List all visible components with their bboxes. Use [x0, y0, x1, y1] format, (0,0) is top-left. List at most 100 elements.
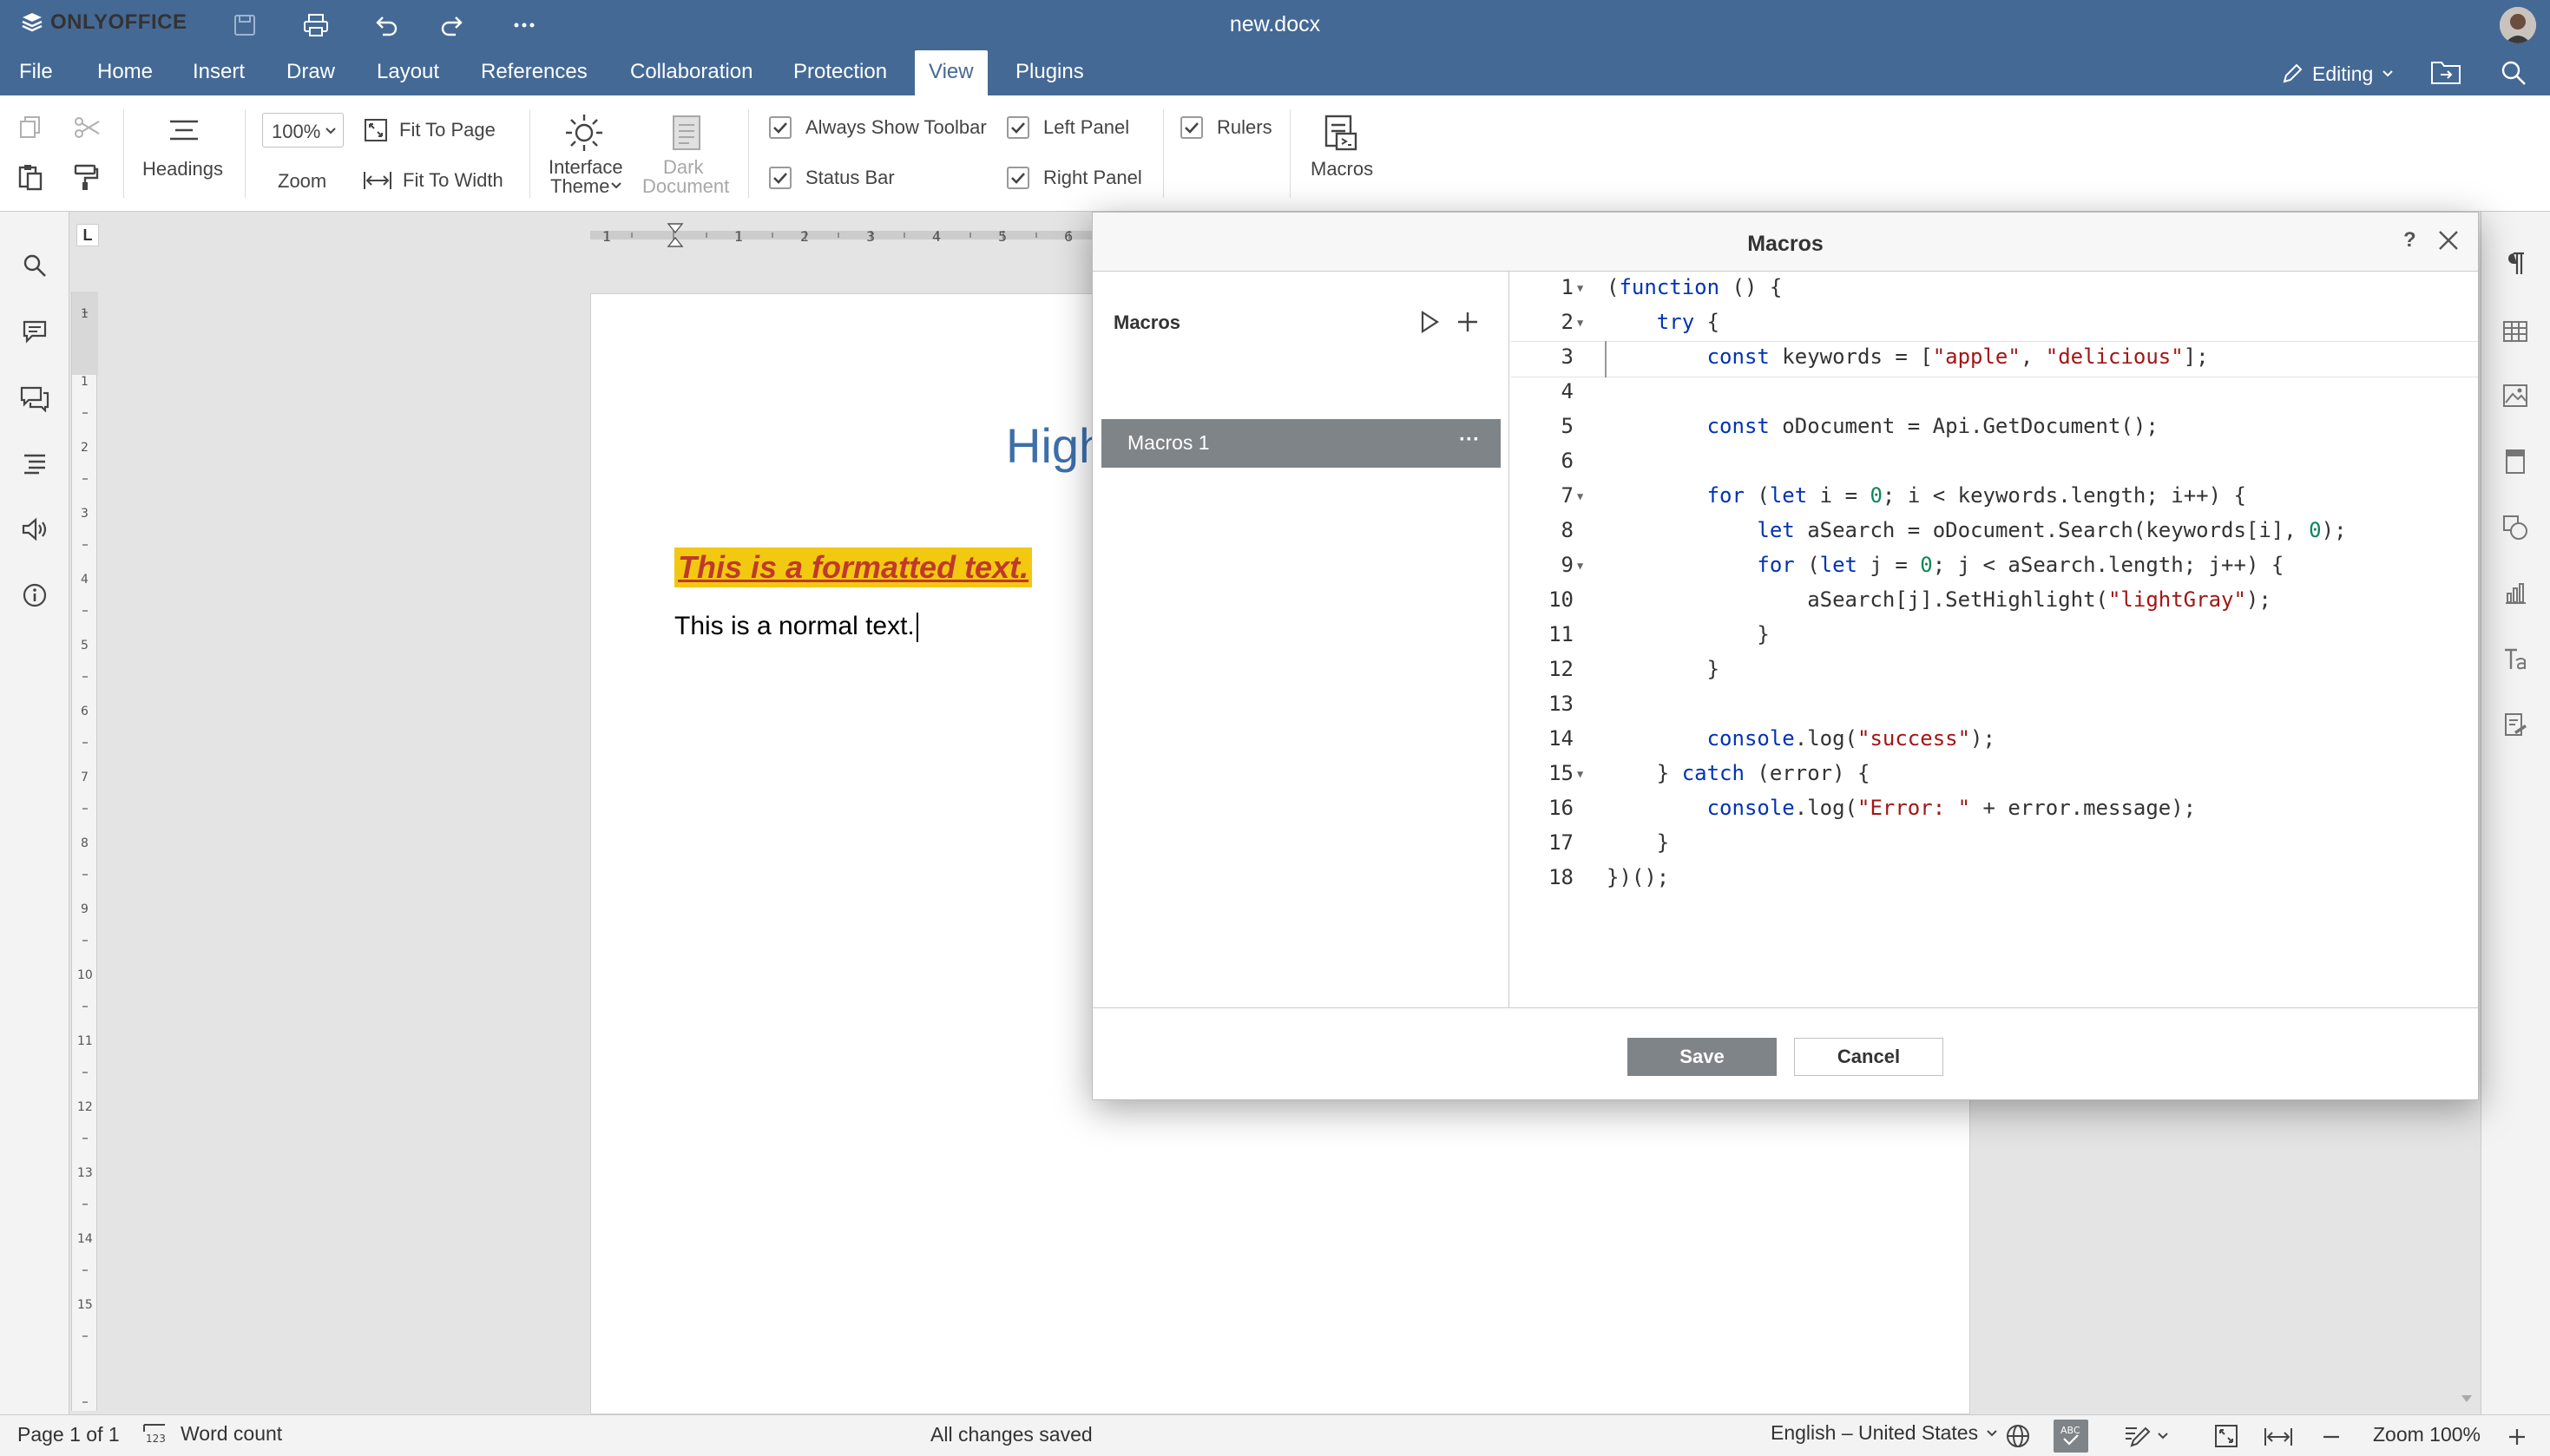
search-icon[interactable] — [17, 248, 52, 283]
fold-toggle-icon[interactable]: ▼ — [1577, 317, 1583, 329]
menu-plugins[interactable]: Plugins — [1002, 50, 1098, 95]
menu-insert[interactable]: Insert — [179, 50, 259, 95]
headings-button[interactable]: Headings — [137, 109, 229, 196]
image-settings-icon[interactable] — [2498, 378, 2533, 413]
zoom-out-icon[interactable] — [2321, 1426, 2342, 1447]
paste-icon[interactable] — [17, 163, 43, 191]
cut-icon[interactable] — [73, 115, 101, 141]
fit-to-page-icon — [365, 119, 387, 141]
signature-settings-icon[interactable] — [2498, 708, 2533, 743]
header-footer-icon[interactable] — [2498, 444, 2533, 479]
normal-text-line[interactable]: This is a normal text. — [674, 612, 918, 643]
zoom-select[interactable]: 100% — [262, 113, 344, 148]
status-bar-checkbox[interactable]: Status Bar — [769, 167, 895, 189]
zoom-label: Zoom — [278, 170, 327, 192]
right-panel-label: Right Panel — [1043, 167, 1142, 188]
globe-icon[interactable] — [2005, 1423, 2031, 1449]
always-show-toolbar-checkbox[interactable]: Always Show Toolbar — [769, 116, 987, 139]
spellcheck-icon[interactable]: ABC — [2054, 1420, 2088, 1453]
user-avatar[interactable] — [2500, 7, 2536, 43]
dark-document-button[interactable]: Dark Document — [641, 109, 736, 200]
line-number: 9 — [1561, 553, 1574, 577]
line-number: 10 — [1548, 587, 1574, 612]
comments-icon[interactable] — [17, 314, 52, 349]
text-art-icon[interactable] — [2498, 642, 2533, 677]
vertical-ruler[interactable]: 1 1 2 3 4 5 6 7 8 9 10 11 12 13 14 15 — [71, 292, 98, 1411]
fold-toggle-icon[interactable]: ▼ — [1577, 490, 1583, 502]
run-macro-icon[interactable] — [1419, 310, 1440, 334]
copy-icon[interactable] — [17, 115, 43, 141]
paragraph-settings-icon[interactable] — [2498, 246, 2533, 281]
right-panel-checkbox[interactable]: Right Panel — [1007, 167, 1142, 189]
svg-text:ABC: ABC — [2060, 1425, 2080, 1436]
macro-more-icon[interactable]: ··· — [1459, 428, 1480, 452]
menu-file[interactable]: File — [5, 50, 67, 95]
formatted-text[interactable]: This is a formatted text. — [674, 548, 1033, 587]
table-settings-icon[interactable] — [2498, 314, 2533, 349]
horizontal-ruler[interactable]: 1 1 2 3 4 5 6 — [590, 222, 1102, 248]
info-icon[interactable] — [17, 578, 52, 613]
svg-text:7: 7 — [81, 771, 89, 784]
help-button[interactable]: ? — [2403, 228, 2416, 253]
fit-to-page-button[interactable]: Fit To Page — [363, 113, 496, 148]
menu-draw[interactable]: Draw — [273, 50, 349, 95]
navigation-icon[interactable] — [17, 446, 52, 481]
chat-icon[interactable] — [17, 382, 52, 416]
add-macro-icon[interactable] — [1456, 310, 1480, 334]
menu-references[interactable]: References — [467, 50, 601, 95]
svg-text:6: 6 — [1064, 228, 1073, 245]
search-icon[interactable] — [2500, 59, 2529, 89]
fit-to-page-status-icon[interactable] — [2213, 1423, 2239, 1449]
code-line: try { — [1656, 310, 1720, 334]
speaker-icon[interactable] — [17, 512, 52, 547]
toolbar-separator — [1163, 109, 1164, 198]
left-panel-checkbox[interactable]: Left Panel — [1007, 116, 1129, 139]
code-editor[interactable]: 1 2 3 4 5 6 7 8 9 10 11 12 13 14 15 16 1… — [1511, 272, 2478, 1007]
dialog-footer: Save Cancel — [1093, 1007, 2478, 1099]
code-line: (function () { — [1607, 275, 1783, 299]
macros-button[interactable]: Macros — [1304, 109, 1378, 200]
code-line: for (let j = 0; j < aSearch.length; j++)… — [1757, 553, 2284, 577]
code-line: const oDocument = Api.GetDocument(); — [1706, 414, 2159, 438]
chevron-down-icon — [325, 128, 336, 134]
menu-layout[interactable]: Layout — [363, 50, 453, 95]
track-changes-icon — [2126, 1426, 2151, 1447]
menu-protection[interactable]: Protection — [779, 50, 901, 95]
code-line: } — [1607, 622, 1770, 646]
zoom-in-icon[interactable] — [2507, 1426, 2527, 1447]
fit-to-width-status-icon[interactable] — [2264, 1426, 2293, 1447]
cancel-button[interactable]: Cancel — [1794, 1038, 1943, 1076]
shape-settings-icon[interactable] — [2498, 510, 2533, 545]
open-file-location-icon[interactable] — [2430, 59, 2465, 89]
toolbar-separator — [529, 109, 530, 198]
document-heading[interactable]: High — [1006, 417, 1106, 474]
menu-collaboration[interactable]: Collaboration — [616, 50, 766, 95]
word-count-button[interactable]: 123 Word count — [142, 1421, 282, 1446]
page-count[interactable]: Page 1 of 1 — [17, 1423, 120, 1446]
track-changes-button[interactable] — [2123, 1423, 2168, 1449]
format-painter-icon[interactable] — [73, 163, 99, 191]
svg-text:9: 9 — [81, 902, 89, 916]
fold-toggle-icon[interactable]: ▼ — [1577, 282, 1583, 294]
macro-name: Macros 1 — [1127, 431, 1210, 454]
zoom-level: Zoom 100% — [2373, 1423, 2481, 1446]
language-select[interactable]: English – United States — [1771, 1421, 1997, 1445]
left-panel-label: Left Panel — [1043, 116, 1130, 138]
document-title: new.docx — [1229, 12, 1321, 36]
fold-toggle-icon[interactable]: ▼ — [1577, 560, 1583, 572]
save-button[interactable]: Save — [1627, 1038, 1777, 1076]
fit-to-width-button[interactable]: Fit To Width — [363, 163, 503, 198]
close-icon[interactable] — [2436, 228, 2461, 253]
rulers-checkbox[interactable]: Rulers — [1180, 116, 1272, 139]
scroll-down-arrow[interactable] — [2456, 1388, 2477, 1409]
menu-view[interactable]: View — [915, 50, 988, 95]
code-line: const keywords = ["apple", "delicious"]; — [1706, 344, 2209, 369]
editing-mode-dropdown[interactable]: Editing — [2281, 59, 2394, 89]
tab-stop-selector[interactable]: L — [76, 224, 99, 246]
interface-theme-button[interactable]: Interface Theme — [540, 109, 628, 200]
menu-home[interactable]: Home — [83, 50, 167, 95]
fold-toggle-icon[interactable]: ▼ — [1577, 768, 1583, 780]
macro-list-item[interactable]: Macros 1 ··· — [1101, 419, 1501, 468]
line-number: 12 — [1548, 657, 1574, 681]
chart-settings-icon[interactable] — [2498, 576, 2533, 611]
